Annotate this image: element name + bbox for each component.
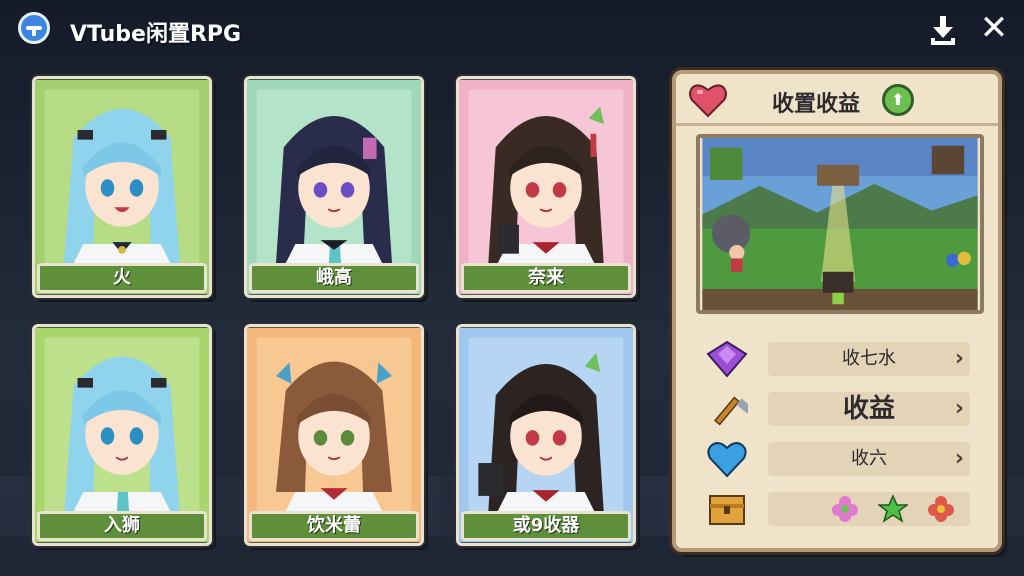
- green-star-icon: [878, 494, 908, 523]
- stat-label: 收益: [842, 394, 895, 424]
- stat-row-4: [706, 490, 976, 528]
- stat-label: 收七水: [842, 348, 896, 369]
- stat-label: 收六: [851, 448, 887, 469]
- character-name: 饮米蕾: [249, 511, 419, 541]
- character-card-4[interactable]: 入狮: [32, 324, 212, 546]
- stat-row-2: 收益 ›: [706, 390, 976, 428]
- chevron-right-icon: ›: [954, 446, 964, 471]
- app-title: VTube闲置RPG: [70, 22, 242, 47]
- character-card-3[interactable]: 奈来: [456, 76, 636, 298]
- stat-bar-3[interactable]: 收六 ›: [768, 442, 970, 476]
- character-name: 火: [37, 263, 207, 293]
- rewards-bar: [768, 492, 970, 526]
- pink-flower-icon: [832, 496, 858, 522]
- character-card-1[interactable]: 火: [32, 76, 212, 298]
- pickaxe-icon: [714, 396, 748, 426]
- close-icon[interactable]: ✕: [978, 11, 1010, 45]
- red-flower-icon: [928, 496, 954, 522]
- character-card-6[interactable]: 或9收器: [456, 324, 636, 546]
- character-name: 峨高: [249, 263, 419, 293]
- panel-title: 收置收益: [772, 92, 861, 117]
- character-card-2[interactable]: 峨高: [244, 76, 424, 298]
- chevron-right-icon: ›: [954, 396, 964, 421]
- character-card-5[interactable]: 饮米蕾: [244, 324, 424, 546]
- title-bar: VTube闲置RPG ✕: [0, 0, 1024, 62]
- purple-gem-icon: [706, 340, 748, 378]
- app-logo-icon: [18, 12, 50, 44]
- idle-earnings-panel: 收置收益 ⬆ 收七水 › 收益 › 收六 ›: [672, 70, 1002, 552]
- chevron-right-icon: ›: [954, 346, 964, 371]
- download-icon[interactable]: [928, 14, 958, 46]
- stat-row-1: 收七水 ›: [706, 340, 976, 378]
- character-name: 奈来: [461, 263, 631, 293]
- stat-bar-2[interactable]: 收益 ›: [768, 392, 970, 426]
- treasure-box-icon: [709, 495, 745, 525]
- character-name: 入狮: [37, 511, 207, 541]
- stat-row-3: 收六 ›: [706, 440, 976, 478]
- stat-bar-1[interactable]: 收七水 ›: [768, 342, 970, 376]
- heart-icon: [689, 84, 727, 118]
- blue-heart-icon: [707, 442, 747, 478]
- upgrade-badge-icon[interactable]: ⬆: [882, 84, 914, 116]
- idle-scene: [696, 134, 984, 314]
- character-name: 或9收器: [461, 511, 631, 541]
- panel-header: 收置收益 ⬆: [676, 74, 998, 126]
